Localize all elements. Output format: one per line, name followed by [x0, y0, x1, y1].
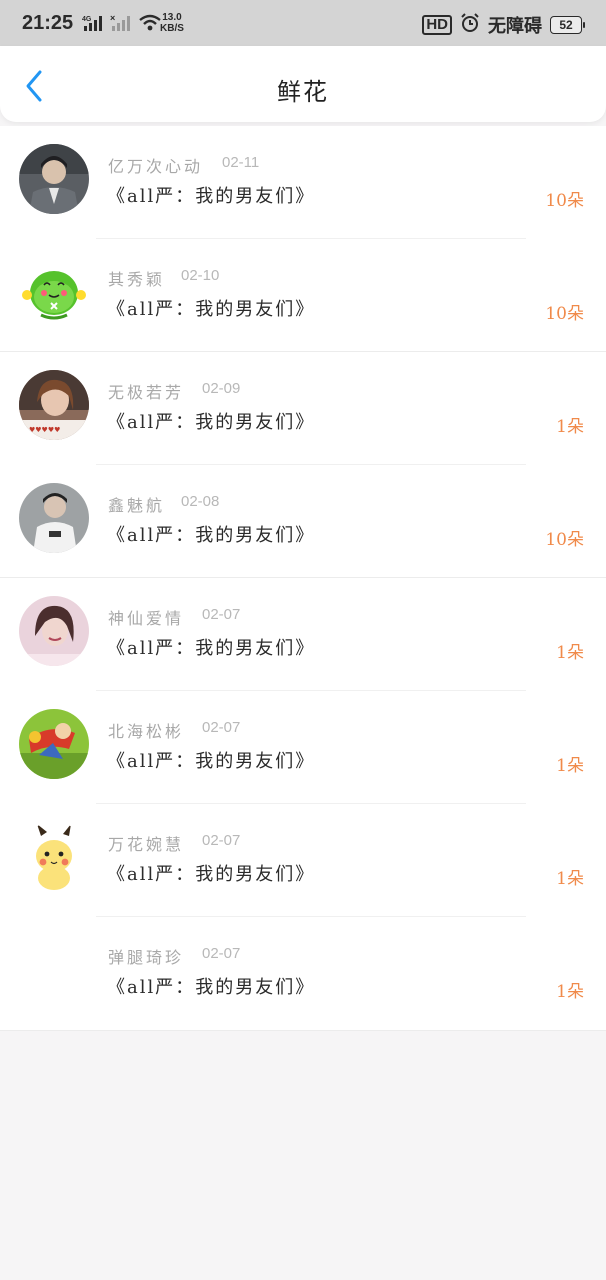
flower-amount: 1朵 [556, 869, 584, 889]
gift-date: 02-11 [222, 154, 260, 171]
gift-date: 02-10 [181, 267, 220, 284]
user-name: 弹腿琦珍 [108, 948, 185, 967]
gift-date: 02-09 [202, 380, 241, 397]
flower-amount: 10朵 [545, 191, 584, 211]
list-item[interactable]: 神仙爱情 02-07 《all严：我的男友们》 1朵 [0, 578, 606, 691]
user-name: 北海松彬 [108, 722, 185, 741]
flower-amount: 1朵 [556, 756, 584, 776]
book-title: 《all严：我的男友们》 [107, 186, 316, 207]
battery-icon: 52 [550, 16, 585, 34]
net-speed: 13.0 KB/S [160, 12, 184, 34]
gift-date: 02-08 [181, 493, 220, 510]
avatar[interactable] [19, 483, 89, 553]
list-item[interactable]: 弹腿琦珍 02-07 《all严：我的男友们》 1朵 [0, 917, 606, 1030]
user-name: 无极若芳 [108, 383, 185, 402]
book-title: 《all严：我的男友们》 [107, 864, 316, 885]
book-title: 《all严：我的男友们》 [107, 299, 316, 320]
flower-amount: 1朵 [556, 643, 584, 663]
gift-date: 02-07 [202, 832, 241, 849]
list-item[interactable]: 其秀颖 02-10 《all严：我的男友们》 10朵 [0, 239, 606, 352]
book-title: 《all严：我的男友们》 [107, 525, 316, 546]
svg-text:×: × [110, 14, 115, 23]
user-name: 万花婉慧 [108, 835, 185, 854]
avatar[interactable] [19, 822, 89, 892]
flower-amount: 1朵 [556, 982, 584, 1002]
user-name: 亿万次心动 [108, 157, 204, 176]
avatar[interactable]: ♥♥♥♥♥ [19, 370, 89, 440]
avatar[interactable] [19, 709, 89, 779]
accessibility-label: 无障碍 [488, 16, 542, 37]
header: 鲜花 [0, 46, 606, 122]
signal-group: 4G × [82, 13, 162, 36]
list-item[interactable]: 鑫魅航 02-08 《all严：我的男友们》 10朵 [0, 465, 606, 578]
list-item[interactable]: 亿万次心动 02-11 《all严：我的男友们》 10朵 [0, 126, 606, 239]
wifi-icon [138, 14, 162, 36]
status-time: 21:25 [22, 12, 74, 34]
screen: 21:25 4G × 13.0 KB/S HD 无障碍 52 鲜花 亿万次心动 … [0, 0, 606, 1280]
user-name: 其秀颖 [108, 270, 166, 289]
book-title: 《all严：我的男友们》 [107, 412, 316, 433]
flower-amount: 10朵 [545, 530, 584, 550]
avatar[interactable] [19, 935, 89, 1005]
gift-date: 02-07 [202, 606, 241, 623]
flower-list: 亿万次心动 02-11 《all严：我的男友们》 10朵 其秀颖 02-10 《… [0, 126, 606, 1031]
hd-icon: HD [422, 15, 452, 35]
book-title: 《all严：我的男友们》 [107, 977, 316, 998]
user-name: 鑫魅航 [108, 496, 166, 515]
list-bottom-divider [0, 1030, 606, 1031]
status-bar: 21:25 4G × 13.0 KB/S HD 无障碍 52 [0, 0, 606, 46]
signal-2-icon: × [110, 13, 132, 36]
net-speed-value: 13.0 [162, 12, 182, 23]
alarm-icon [460, 13, 480, 37]
book-title: 《all严：我的男友们》 [107, 751, 316, 772]
gift-date: 02-07 [202, 945, 241, 962]
flower-amount: 1朵 [556, 417, 584, 437]
flower-amount: 10朵 [545, 304, 584, 324]
avatar[interactable] [19, 596, 89, 666]
list-item[interactable]: ♥♥♥♥♥ 无极若芳 02-09 《all严：我的男友们》 1朵 [0, 352, 606, 465]
avatar[interactable] [19, 144, 89, 214]
status-right: HD 无障碍 52 [422, 12, 585, 38]
net-type-label: 4G [82, 16, 92, 23]
list-item[interactable]: 北海松彬 02-07 《all严：我的男友们》 1朵 [0, 691, 606, 804]
user-name: 神仙爱情 [108, 609, 185, 628]
svg-text:♥♥♥♥♥: ♥♥♥♥♥ [29, 426, 60, 434]
avatar[interactable] [19, 257, 89, 327]
gift-date: 02-07 [202, 719, 241, 736]
net-speed-unit: KB/S [160, 23, 184, 34]
signal-icon: 4G [82, 14, 104, 36]
list-item[interactable]: 万花婉慧 02-07 《all严：我的男友们》 1朵 [0, 804, 606, 917]
book-title: 《all严：我的男友们》 [107, 638, 316, 659]
page-title: 鲜花 [277, 78, 329, 106]
battery-level: 52 [559, 18, 573, 32]
